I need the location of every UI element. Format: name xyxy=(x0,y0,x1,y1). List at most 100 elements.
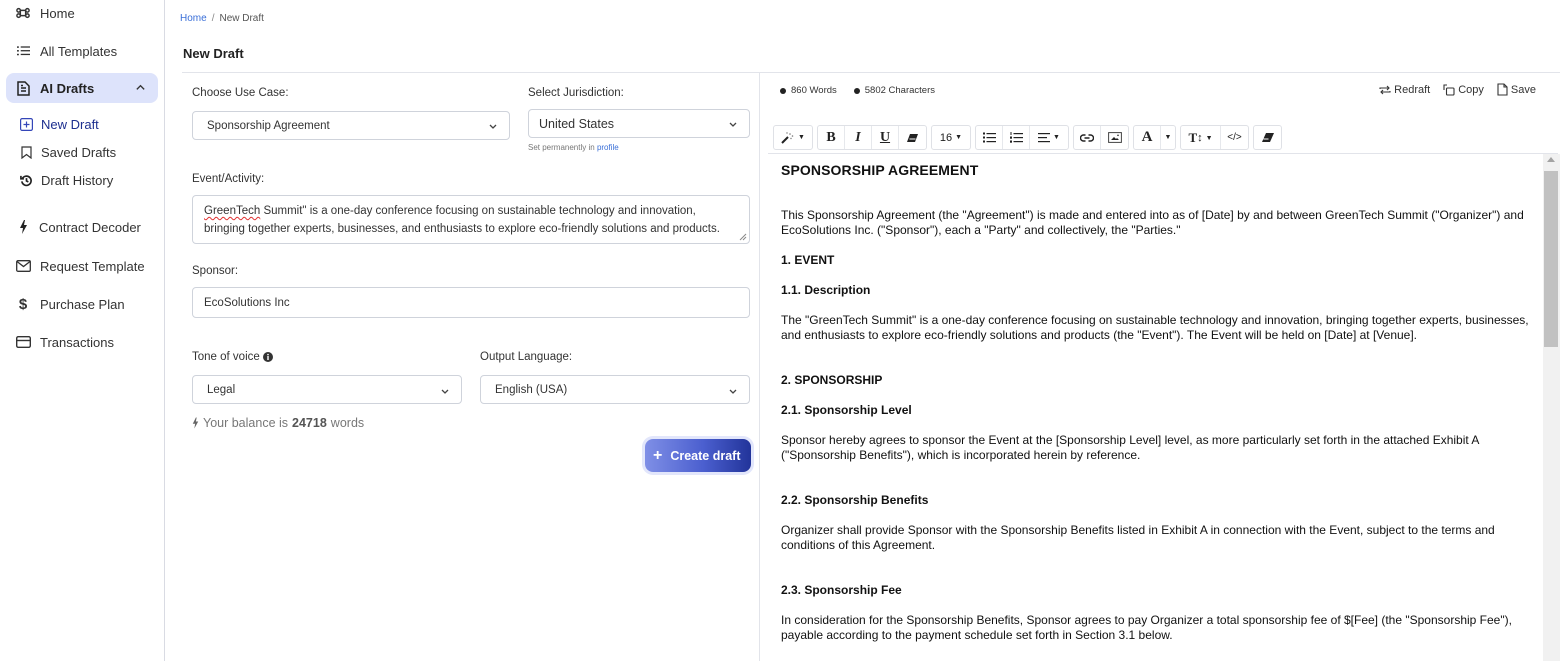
hint-text: Set permanently in xyxy=(528,143,595,152)
word-balance: Your balance is 24718 words xyxy=(192,416,364,430)
bullet-list-icon xyxy=(982,132,996,143)
sidebar-item-home[interactable]: Home xyxy=(0,2,75,24)
sidebar-label: Purchase Plan xyxy=(40,296,125,312)
app: Home All Templates AI Drafts New Draft S… xyxy=(0,0,1560,661)
language-select[interactable]: English (USA) xyxy=(480,375,750,404)
align-left-icon xyxy=(1038,132,1051,142)
toolbar-group-magic: ▼ xyxy=(773,125,813,150)
chevron-down-icon xyxy=(729,389,737,394)
editor-actions: Redraft Copy Save xyxy=(1366,83,1536,96)
file-icon xyxy=(1497,83,1508,96)
redraft-button[interactable]: Redraft xyxy=(1379,83,1430,96)
sidebar-subitem-saved-drafts[interactable]: Saved Drafts xyxy=(19,143,116,161)
sidebar-label: Draft History xyxy=(41,172,114,188)
save-label: Save xyxy=(1510,83,1536,96)
italic-button[interactable]: I xyxy=(845,126,872,149)
chevron-up-icon[interactable] xyxy=(135,81,146,96)
sidebar-subitem-draft-history[interactable]: Draft History xyxy=(19,171,113,189)
font-size-dropdown[interactable]: 16 ▼ xyxy=(932,126,970,149)
jurisdiction-value: United States xyxy=(539,116,615,131)
editor-toolbar: ▼ B I U 16 ▼ ▼ A ▼ T ↕ ▼ </> xyxy=(773,125,1286,150)
breadcrumb-separator: / xyxy=(211,13,215,24)
character-count: 5802 Characters xyxy=(853,85,935,96)
magic-wand-button[interactable]: ▼ xyxy=(774,126,812,149)
numbered-list-icon xyxy=(1009,132,1023,143)
chevron-down-icon xyxy=(729,122,737,127)
toolbar-group-color: A ▼ xyxy=(1133,125,1176,150)
tone-label-text: Tone of voice xyxy=(192,351,260,363)
copy-icon xyxy=(1443,83,1455,96)
document-scrollbar[interactable] xyxy=(1543,154,1560,661)
bookmark-icon xyxy=(19,145,33,159)
font-size-value: 16 xyxy=(939,131,953,144)
sidebar-subitem-new-draft[interactable]: New Draft xyxy=(19,115,99,133)
balance-prefix: Your balance is xyxy=(203,416,289,430)
jurisdiction-select[interactable]: United States xyxy=(528,109,750,138)
breadcrumb-home-link[interactable]: Home xyxy=(180,13,207,24)
font-color-dropdown[interactable]: ▼ xyxy=(1161,126,1175,149)
bullet-icon xyxy=(853,87,860,94)
balance-suffix: words xyxy=(330,416,365,430)
sponsor-value: EcoSolutions Inc xyxy=(204,296,290,309)
sidebar-item-purchase-plan[interactable]: $ Purchase Plan xyxy=(0,293,125,315)
plus-square-icon xyxy=(19,117,33,131)
sidebar-label: Contract Decoder xyxy=(39,219,141,235)
toolbar-group-fontsize: 16 ▼ xyxy=(931,125,971,150)
save-button[interactable]: Save xyxy=(1497,83,1536,96)
main-content: Home / New Draft New Draft Choose Use Case… xyxy=(165,0,1560,661)
list-icon xyxy=(15,43,31,59)
link-button[interactable] xyxy=(1074,126,1101,149)
copy-label: Copy xyxy=(1458,83,1484,96)
document-content[interactable]: SPONSORSHIP AGREEMENT This Sponsorship A… xyxy=(768,154,1543,661)
image-button[interactable] xyxy=(1101,126,1128,149)
sidebar-item-request-template[interactable]: Request Template xyxy=(0,255,145,277)
jurisdiction-label: Select Jurisdiction: xyxy=(528,87,624,99)
sidebar-item-contract-decoder[interactable]: Contract Decoder xyxy=(0,216,141,238)
line-height-dropdown[interactable]: T ↕ ▼ xyxy=(1181,126,1221,149)
tone-select[interactable]: Legal xyxy=(192,375,462,404)
create-draft-button[interactable]: + Create draft xyxy=(645,439,751,472)
scrollbar-thumb[interactable] xyxy=(1544,171,1558,347)
sponsor-input[interactable]: EcoSolutions Inc xyxy=(192,287,750,318)
numbered-list-button[interactable] xyxy=(1003,126,1030,149)
toolbar-group-misc: T ↕ ▼ </> xyxy=(1180,125,1249,150)
image-icon xyxy=(1107,132,1122,143)
use-case-value: Sponsorship Agreement xyxy=(207,119,330,132)
font-color-button[interactable]: A xyxy=(1134,126,1161,149)
create-draft-label: Create draft xyxy=(670,448,741,463)
language-label: Output Language: xyxy=(480,351,573,363)
sidebar-item-all-templates[interactable]: All Templates xyxy=(0,40,117,62)
profile-link[interactable]: profile xyxy=(597,143,619,152)
info-icon[interactable] xyxy=(262,352,273,362)
bold-button[interactable]: B xyxy=(818,126,845,149)
tone-value: Legal xyxy=(207,383,236,396)
underline-button[interactable]: U xyxy=(872,126,899,149)
eraser-button[interactable] xyxy=(1254,126,1281,149)
copy-button[interactable]: Copy xyxy=(1443,83,1484,96)
dollar-icon: $ xyxy=(18,295,28,313)
history-icon xyxy=(19,173,33,187)
resize-handle-icon[interactable] xyxy=(739,233,747,241)
sidebar-item-ai-drafts[interactable]: AI Drafts xyxy=(6,73,158,103)
code-view-button[interactable]: </> xyxy=(1221,126,1248,149)
event-textarea[interactable]: GreenTech Summit" is a one-day conferenc… xyxy=(192,195,750,244)
subsection-heading: 2.3. Sponsorship Fee xyxy=(781,583,902,597)
use-case-label: Choose Use Case: xyxy=(192,87,289,99)
sidebar-item-transactions[interactable]: Transactions xyxy=(0,331,114,353)
page-title: New Draft xyxy=(183,46,244,61)
event-label: Event/Activity: xyxy=(192,173,265,185)
balance-value: 24718 xyxy=(292,416,327,430)
word-count: 860 Words xyxy=(780,85,837,96)
breadcrumb-current: New Draft xyxy=(219,13,264,24)
toolbar-group-format: B I U xyxy=(817,125,927,150)
clear-format-button[interactable] xyxy=(899,126,926,149)
bullet-list-button[interactable] xyxy=(976,126,1003,149)
use-case-select[interactable]: Sponsorship Agreement xyxy=(192,111,510,140)
scroll-up-arrow-icon[interactable] xyxy=(1547,157,1555,162)
align-dropdown[interactable]: ▼ xyxy=(1030,126,1068,149)
chevron-down-icon xyxy=(441,389,449,394)
toolbar-group-clear xyxy=(1253,125,1282,150)
subsection-heading: 2.1. Sponsorship Level xyxy=(781,403,912,417)
envelope-icon xyxy=(15,258,31,274)
